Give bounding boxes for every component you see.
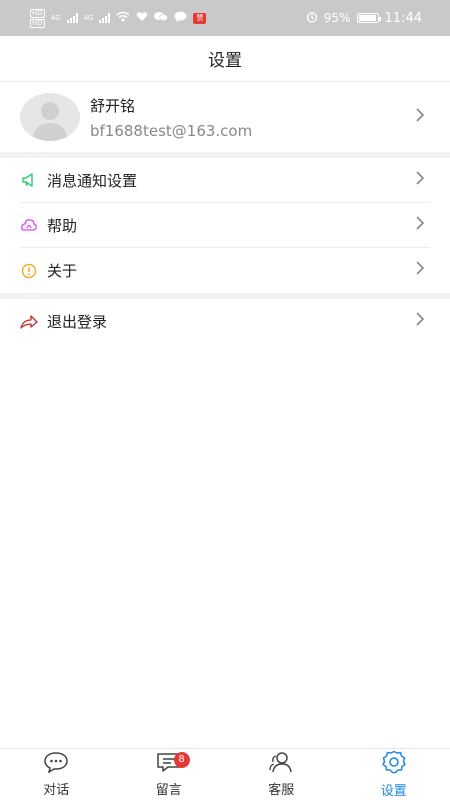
hd-badge-bottom: HD: [30, 18, 45, 28]
signal-icon-2: [99, 13, 111, 23]
menu-item-about[interactable]: 关于: [20, 248, 430, 293]
battery-percent: 95%: [323, 11, 351, 25]
menu-item-notification-settings[interactable]: 消息通知设置: [20, 158, 430, 203]
tab-settings[interactable]: 设置: [338, 749, 450, 800]
tab-label: 客服: [268, 783, 295, 798]
tab-label: 留言: [155, 783, 182, 798]
alarm-icon: [306, 11, 318, 26]
chevron-right-icon: [410, 215, 430, 236]
tab-messages[interactable]: 留言 8: [113, 749, 226, 800]
menu-item-help[interactable]: 帮助: [20, 203, 430, 248]
unread-count-badge: 8: [173, 752, 190, 768]
settings-gear-icon: [381, 750, 407, 778]
signal-icon: [66, 13, 78, 23]
battery-icon: [356, 13, 381, 23]
chat-bubble-status-icon: [174, 11, 187, 25]
tab-label: 对话: [43, 783, 70, 798]
profile-email: bf1688test@163.com: [90, 121, 253, 140]
wechat-icon: [154, 11, 169, 25]
status-right: 95% 11:44: [306, 11, 422, 26]
wifi-icon: [116, 11, 130, 25]
info-alert-icon: [20, 262, 38, 280]
avatar: [20, 93, 80, 141]
megaphone-icon: [20, 171, 38, 189]
menu-item-logout[interactable]: 退出登录: [20, 299, 430, 344]
menu-item-label: 退出登录: [47, 313, 108, 331]
app-notification-icon: 赞: [193, 12, 207, 24]
tab-customer-service[interactable]: 客服: [225, 749, 338, 800]
menu-item-label: 消息通知设置: [47, 171, 138, 190]
chevron-right-icon: [410, 170, 430, 191]
profile-info: 舒开铭 bf1688test@163.com: [90, 95, 410, 140]
page-title: 设置: [0, 36, 450, 82]
hd-badge-top: HD: [30, 8, 45, 18]
customer-service-icon: [268, 751, 294, 777]
chevron-right-icon: [410, 311, 430, 332]
sim-hd-indicator: HD HD: [30, 8, 45, 28]
network-type-b: 4G: [83, 14, 94, 22]
tab-label: 设置: [380, 784, 407, 799]
status-bar: HD HD 4G 4G 赞 95% 11:44: [0, 0, 450, 36]
tab-chat[interactable]: 对话: [0, 749, 113, 800]
profile-row[interactable]: 舒开铭 bf1688test@163.com: [0, 82, 450, 152]
clock-time: 11:44: [384, 10, 422, 26]
menu-item-label: 关于: [47, 262, 78, 280]
logout-menu-group: 退出登录: [0, 299, 450, 344]
heart-icon: [136, 11, 148, 25]
menu-item-label: 帮助: [47, 216, 78, 235]
logout-arrow-icon: [20, 313, 38, 331]
default-avatar-icon: [32, 102, 68, 141]
status-left: HD HD 4G 4G 赞: [30, 8, 207, 28]
help-cloud-icon: [20, 216, 38, 234]
chevron-right-icon: [410, 107, 430, 128]
bottom-tab-bar: 对话 留言 8 客服 设置: [0, 748, 450, 800]
settings-menu-group: 消息通知设置 帮助 关于: [0, 158, 450, 293]
network-type-a: 4G: [50, 14, 61, 22]
chevron-right-icon: [410, 260, 430, 281]
chat-bubble-icon: [43, 751, 69, 777]
profile-name: 舒开铭: [90, 96, 136, 115]
